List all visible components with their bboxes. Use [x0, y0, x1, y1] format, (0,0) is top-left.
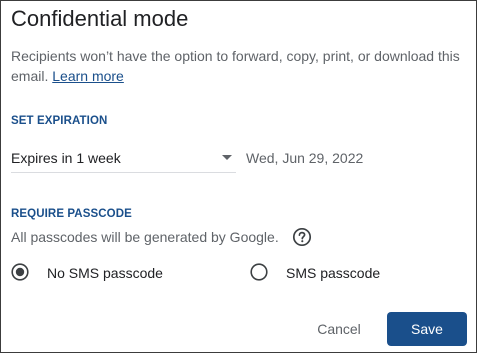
radio-selected-icon[interactable] — [11, 263, 29, 281]
help-circle-icon[interactable] — [292, 227, 312, 247]
save-button[interactable]: Save — [387, 312, 467, 346]
confidential-mode-dialog: Confidential mode Recipients won’t have … — [0, 0, 477, 353]
radio-option-no-sms-passcode[interactable]: No SMS passcode — [11, 261, 191, 283]
passcode-note: All passcodes will be generated by Googl… — [11, 229, 279, 245]
cancel-button[interactable]: Cancel — [303, 312, 375, 346]
require-passcode-heading: REQUIRE PASSCODE — [11, 208, 132, 220]
radio-unselected-icon[interactable] — [250, 263, 268, 281]
expiration-select[interactable]: Expires in 1 week — [11, 144, 236, 173]
radio-label-no-sms-passcode: No SMS passcode — [47, 265, 163, 281]
radio-option-sms-passcode[interactable]: SMS passcode — [250, 261, 410, 283]
expiry-date: Wed, Jun 29, 2022 — [246, 150, 364, 166]
expiration-selected-value: Expires in 1 week — [11, 150, 121, 166]
dialog-description: Recipients won’t have the option to forw… — [11, 46, 461, 86]
dialog-title: Confidential mode — [11, 6, 189, 31]
learn-more-link[interactable]: Learn more — [52, 68, 124, 84]
set-expiration-heading: SET EXPIRATION — [11, 115, 108, 127]
radio-label-sms-passcode: SMS passcode — [286, 265, 381, 281]
dropdown-arrow-icon — [222, 155, 232, 160]
